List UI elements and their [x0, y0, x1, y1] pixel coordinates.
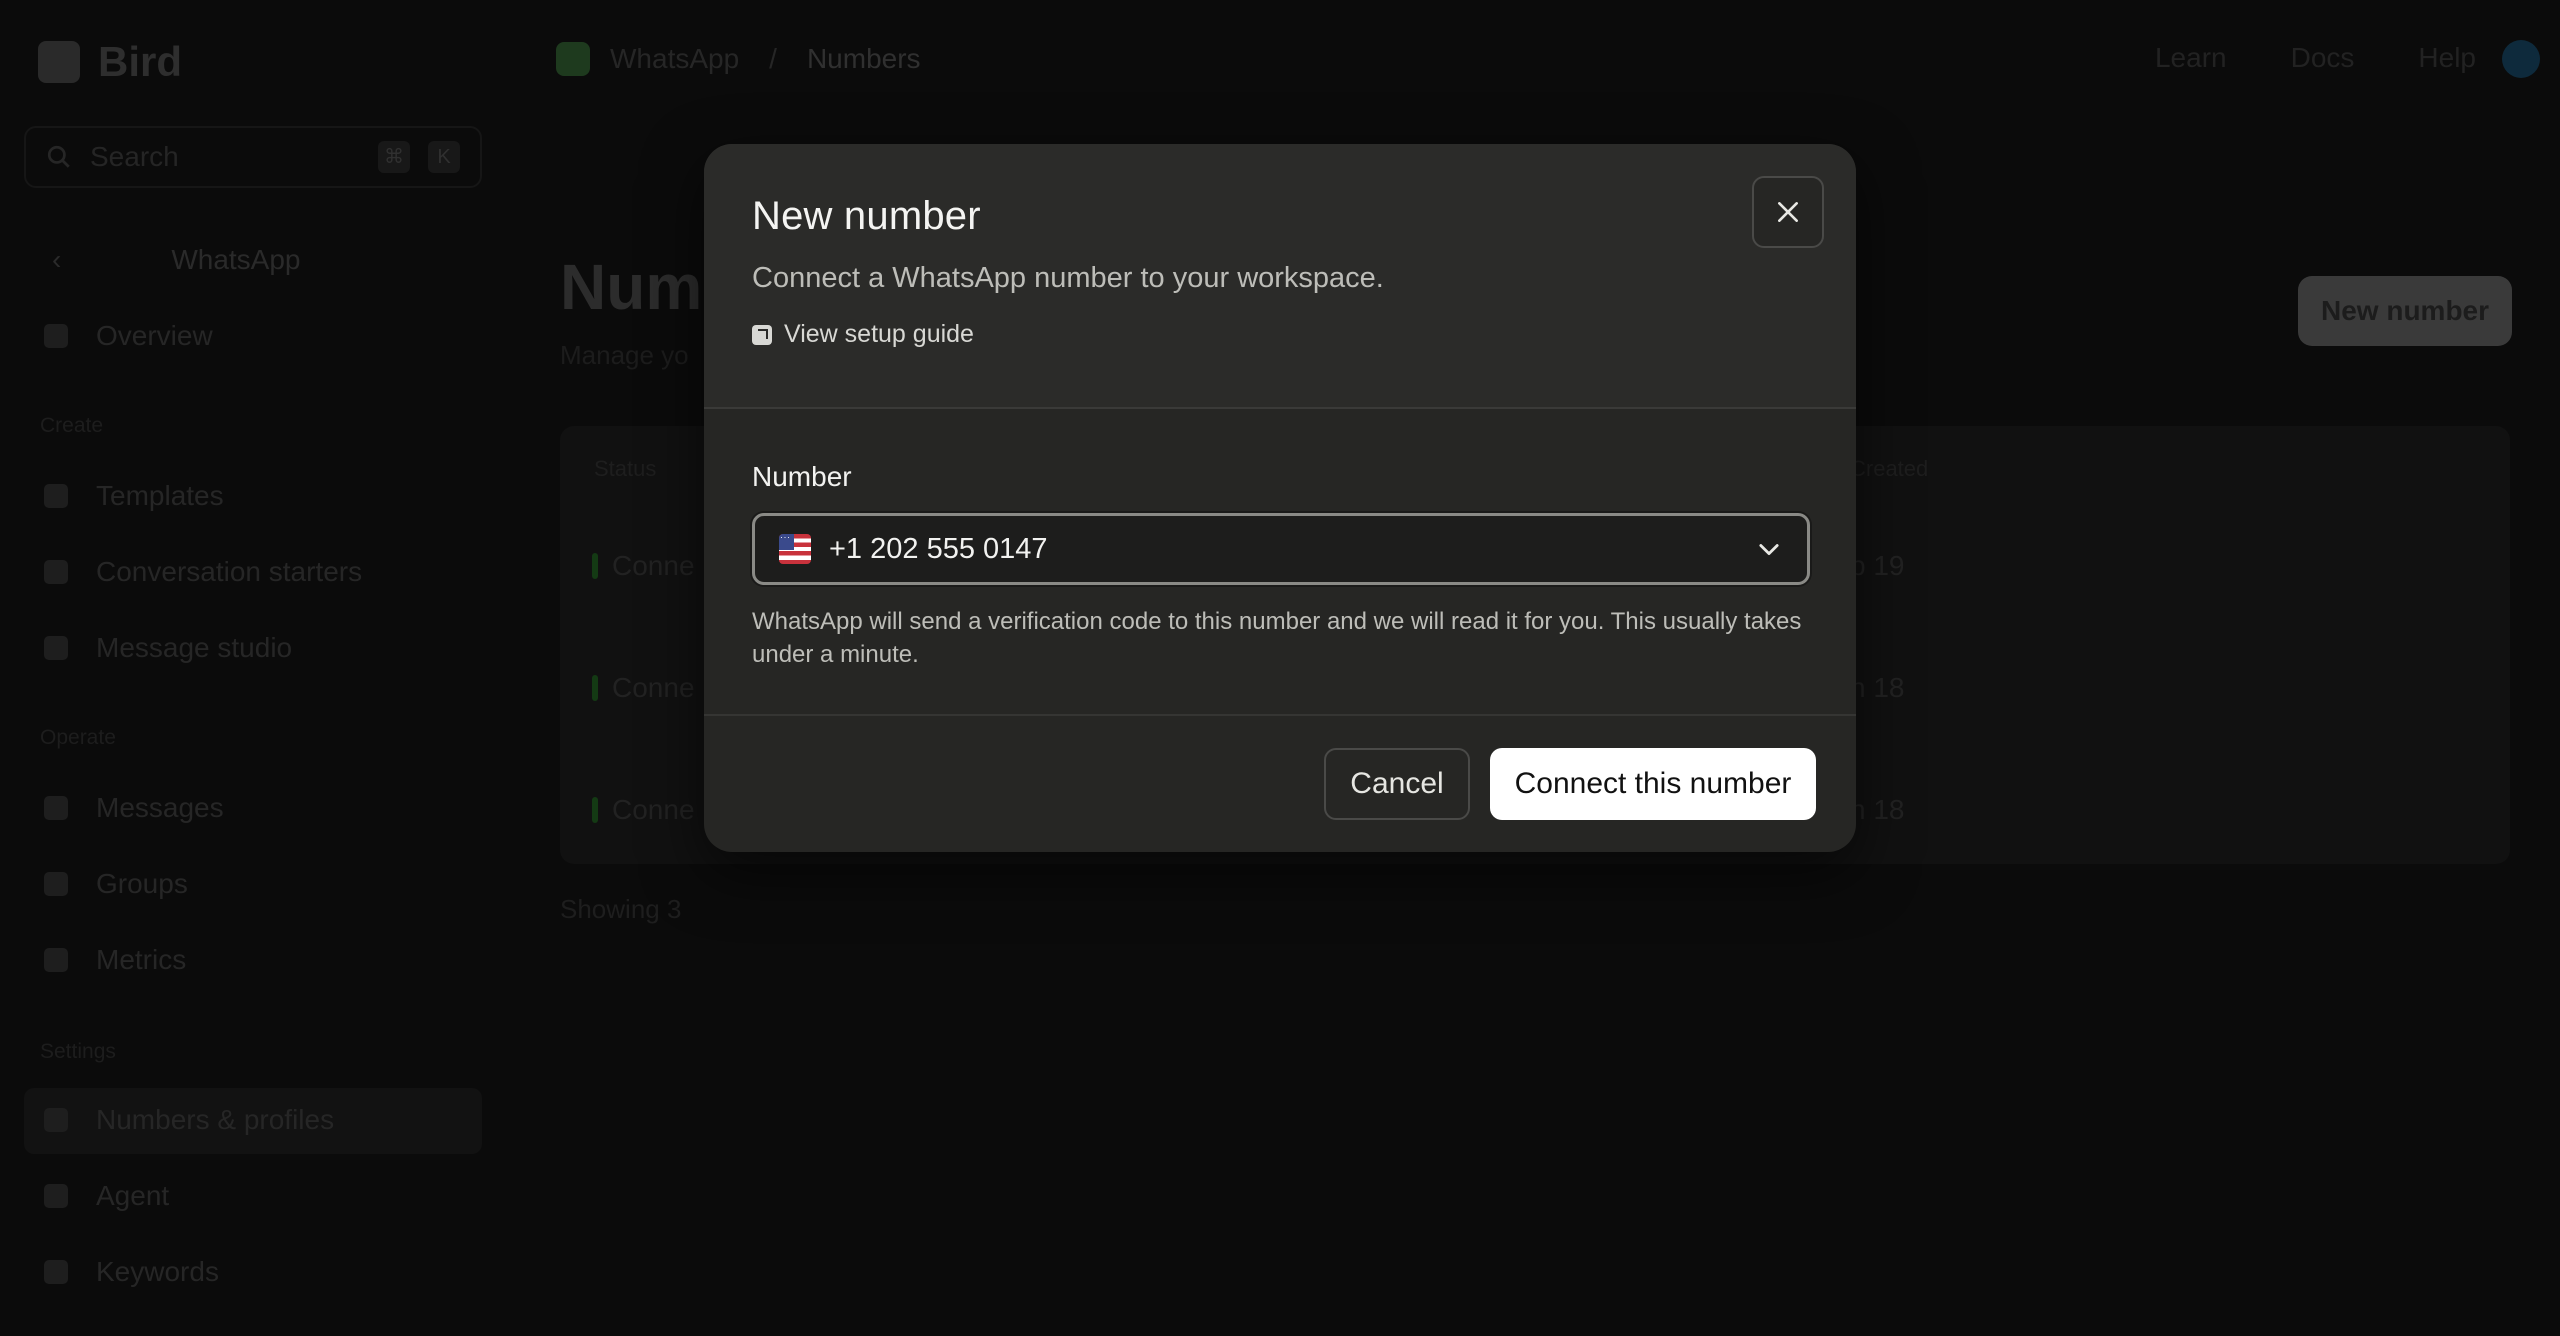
dialog-header: New number Connect a WhatsApp number to …: [704, 144, 1856, 409]
breadcrumb: WhatsApp / Numbers: [556, 42, 921, 76]
search-placeholder: Search: [90, 141, 179, 172]
sidebar-item-conversation-starters[interactable]: Conversation starters: [44, 556, 362, 588]
sidebar-item-label: Message studio: [96, 632, 293, 663]
new-number-dialog: New number Connect a WhatsApp number to …: [704, 144, 1856, 852]
number-help-text: WhatsApp will send a verification code t…: [752, 608, 1802, 668]
kbd-k: K: [428, 141, 460, 173]
sidebar-item-numbers-profiles[interactable]: Numbers & profiles: [44, 1104, 334, 1136]
sidebar-item-keywords[interactable]: Keywords: [44, 1256, 219, 1288]
sidebar-item-agent[interactable]: Agent: [44, 1180, 169, 1212]
link-docs[interactable]: Docs: [2291, 42, 2355, 74]
sidebar-item-label: Groups: [96, 868, 188, 899]
messages-icon: [44, 796, 68, 820]
chevron-left-icon: ‹: [52, 244, 62, 275]
sidebar-item-label: Conversation starters: [96, 556, 363, 587]
status-text: Conne: [612, 550, 695, 581]
avatar[interactable]: [2502, 40, 2540, 78]
status-indicator: [592, 553, 598, 579]
sidebar-section-title: Operate: [40, 726, 116, 749]
sidebar-item-messages[interactable]: Messages: [44, 792, 224, 824]
sidebar-section-title: Create: [40, 414, 104, 437]
brand-logo[interactable]: Bird: [38, 38, 182, 86]
link-learn[interactable]: Learn: [2155, 42, 2227, 74]
sidebar-search[interactable]: Search ⌘ K: [24, 126, 482, 188]
table-row[interactable]: Conne: [592, 550, 695, 582]
sidebar-item-overview[interactable]: Overview: [44, 320, 213, 352]
table-row[interactable]: Conne: [592, 672, 695, 704]
sidebar-item-label: Agent: [96, 1180, 170, 1211]
keywords-icon: [44, 1260, 68, 1284]
kbd-cmd: ⌘: [378, 141, 410, 173]
groups-icon: [44, 872, 68, 896]
breadcrumb-numbers: Numbers: [806, 43, 921, 74]
sidebar-item-metrics[interactable]: Metrics: [44, 944, 186, 976]
selected-number: +1 202 555 0147: [829, 532, 1048, 565]
us-flag-icon: [779, 534, 811, 564]
dialog-title: New number: [752, 194, 981, 238]
sidebar-item-groups[interactable]: Groups: [44, 868, 188, 900]
sidebar-item-label: Keywords: [96, 1256, 219, 1287]
number-select[interactable]: +1 202 555 0147: [752, 513, 1810, 585]
sidebar-item-label: Metrics: [96, 944, 187, 975]
message-studio-icon: [44, 636, 68, 660]
table-row[interactable]: Conne: [592, 794, 695, 826]
status-text: Conne: [612, 672, 695, 703]
sidebar-back-title: WhatsApp: [171, 244, 301, 275]
dialog-description: Connect a WhatsApp number to your worksp…: [752, 262, 1384, 294]
table-cell-date: p 19: [1850, 550, 1905, 581]
numbers-icon: [44, 1108, 68, 1132]
brand-name: Bird: [98, 38, 182, 85]
status-indicator: [592, 797, 598, 823]
sidebar-section-title: Settings: [40, 1040, 116, 1063]
dialog-body: Number +1 202 555 0147 WhatsApp will sen…: [704, 409, 1856, 716]
top-links: Learn Docs Help: [2155, 42, 2476, 74]
status-indicator: [592, 675, 598, 701]
link-help[interactable]: Help: [2418, 42, 2476, 74]
cancel-button[interactable]: Cancel: [1324, 748, 1470, 820]
sidebar-item-label: Messages: [96, 792, 224, 823]
setup-guide-label: View setup guide: [784, 320, 974, 348]
bird-logo-icon: [38, 41, 80, 83]
breadcrumb-separator: /: [769, 43, 777, 74]
close-icon: [1778, 202, 1798, 222]
status-text: Conne: [612, 794, 695, 825]
page-subtitle: Manage yo: [560, 340, 689, 370]
new-number-button[interactable]: New number: [2298, 276, 2512, 346]
external-link-icon: [752, 324, 772, 345]
table-footer-count: Showing 3: [560, 894, 682, 924]
agent-icon: [44, 1184, 68, 1208]
breadcrumb-whatsapp[interactable]: WhatsApp: [610, 43, 739, 75]
search-icon: [47, 145, 70, 168]
conversation-starters-icon: [44, 560, 68, 584]
sidebar-item-label: Overview: [96, 320, 213, 351]
number-field-label: Number: [752, 461, 852, 492]
sidebar-item-label: Numbers & profiles: [96, 1104, 335, 1135]
chevron-down-icon: [1759, 544, 1779, 556]
table-cell-date: n 18: [1850, 672, 1905, 703]
table-cell-date: n 18: [1850, 794, 1905, 825]
sidebar-back-row[interactable]: ‹ WhatsApp: [52, 244, 301, 276]
overview-icon: [44, 324, 68, 348]
close-button[interactable]: [1752, 176, 1824, 248]
table-header-status: Status: [594, 456, 657, 481]
sidebar-item-label: Templates: [96, 480, 224, 511]
sidebar-item-templates[interactable]: Templates: [44, 480, 224, 512]
sidebar-item-message-studio[interactable]: Message studio: [44, 632, 292, 664]
table-header-created: Created: [1850, 456, 1929, 481]
templates-icon: [44, 484, 68, 508]
setup-guide-link[interactable]: View setup guide: [752, 320, 974, 349]
dialog-footer: Cancel Connect this number: [704, 716, 1856, 850]
whatsapp-icon: [556, 42, 590, 76]
metrics-icon: [44, 948, 68, 972]
search-shortcut: ⌘ K: [378, 141, 460, 173]
connect-number-button[interactable]: Connect this number: [1490, 748, 1816, 820]
